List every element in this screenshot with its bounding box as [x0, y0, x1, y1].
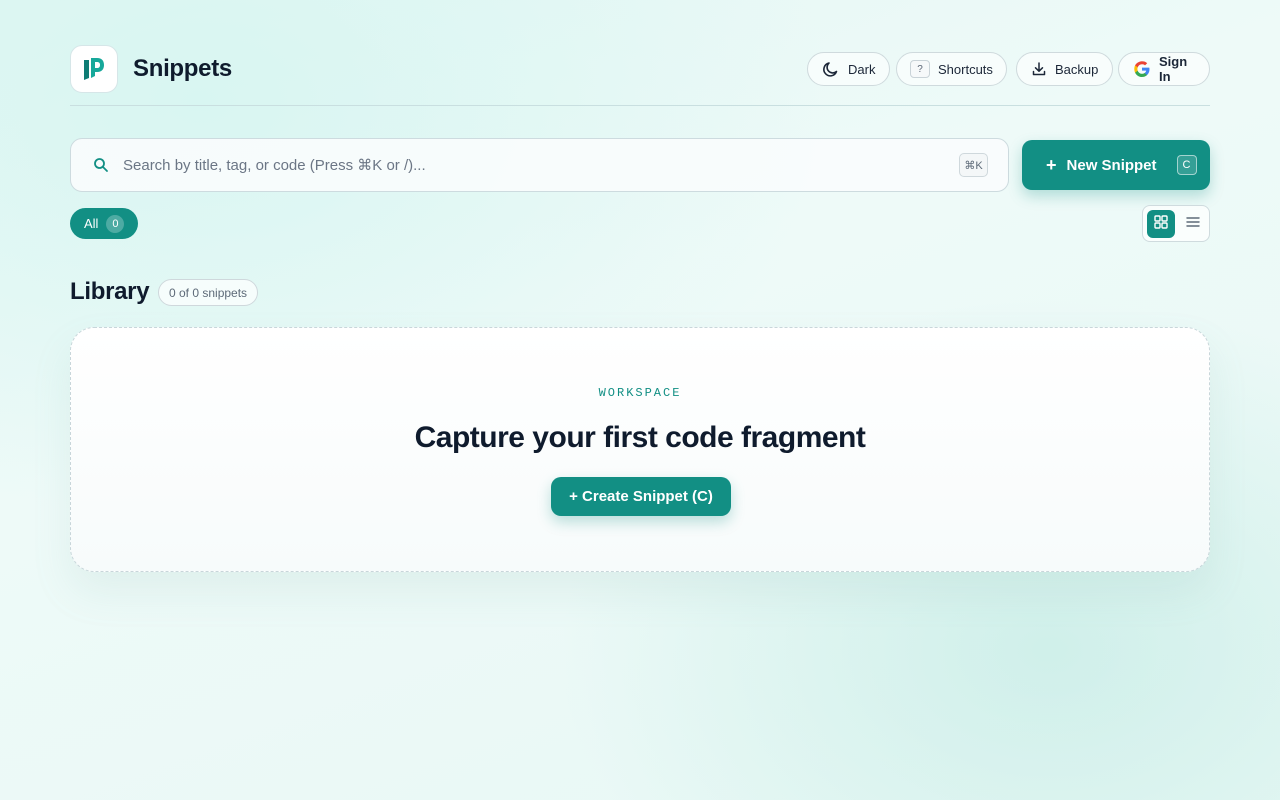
create-snippet-button[interactable]: + Create Snippet (C) [551, 477, 731, 516]
dark-mode-button[interactable]: Dark [807, 52, 891, 86]
moon-icon [822, 60, 840, 78]
search-shortcut-hint: ⌘K [959, 153, 988, 177]
shortcuts-button[interactable]: ? Shortcuts [896, 52, 1007, 86]
list-view-button[interactable] [1179, 210, 1207, 238]
new-snippet-label: New Snippet [1066, 156, 1157, 174]
filter-chip-count: 0 [106, 214, 125, 233]
view-toggle [1142, 205, 1210, 242]
shortcuts-label: Shortcuts [938, 61, 993, 77]
filter-chip-label: All [84, 216, 99, 231]
empty-state-eyebrow: WORKSPACE [598, 386, 682, 400]
backup-button[interactable]: Backup [1016, 52, 1114, 86]
sign-in-button[interactable]: Sign In [1118, 52, 1210, 86]
search-input[interactable] [123, 139, 943, 191]
download-icon [1031, 61, 1047, 77]
google-icon [1133, 60, 1151, 78]
search-icon [93, 157, 109, 178]
new-snippet-button[interactable]: + New Snippet C [1022, 140, 1210, 190]
plus-icon: + [1046, 155, 1057, 175]
snippet-count-badge: 0 of 0 snippets [158, 279, 259, 306]
empty-state-card: WORKSPACE Capture your first code fragme… [70, 327, 1210, 572]
search-bar: ⌘K [70, 138, 1009, 192]
app-title: Snippets [133, 55, 232, 82]
backup-label: Backup [1055, 61, 1099, 77]
grid-view-button[interactable] [1147, 210, 1175, 238]
dark-mode-label: Dark [848, 61, 876, 77]
app-header: Snippets Dark ? Shortcuts Backup Sign In [70, 45, 1210, 106]
sign-in-label: Sign In [1159, 54, 1188, 84]
snippets-logo-icon[interactable] [70, 45, 118, 93]
new-snippet-shortcut: C [1176, 155, 1197, 175]
filter-chip-all[interactable]: All 0 [70, 208, 138, 239]
question-key-icon: ? [910, 60, 930, 78]
grid-icon [1154, 214, 1168, 234]
list-icon [1186, 215, 1200, 233]
library-title: Library [70, 278, 150, 305]
empty-state-title: Capture your first code fragment [414, 421, 866, 454]
